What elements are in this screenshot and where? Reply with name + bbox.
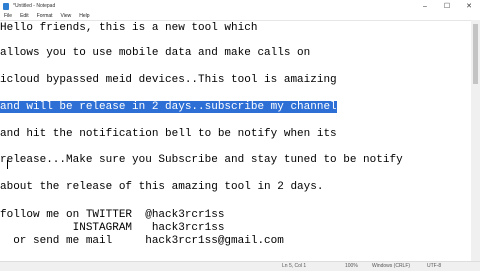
cursor-position: Ln 5, Col 1 [282, 263, 307, 269]
menu-format[interactable]: Format [33, 13, 57, 19]
menu-bar: File Edit Format View Help [0, 12, 480, 20]
encoding: UTF-8 [427, 263, 442, 269]
close-button[interactable]: ✕ [458, 0, 480, 12]
text-line-5: and hit the notification bell to be noti… [0, 128, 337, 140]
menu-file[interactable]: File [0, 13, 16, 19]
scrollbar-thumb[interactable] [473, 24, 478, 84]
menu-view[interactable]: View [57, 13, 76, 19]
notepad-icon [3, 2, 9, 10]
line-ending: Windows (CRLF) [372, 263, 411, 269]
text-line-6: release...Make sure you Subscribe and st… [0, 154, 403, 166]
text-line-7: about the release of this amazing tool i… [0, 181, 324, 193]
vertical-scrollbar[interactable] [471, 20, 480, 261]
menu-edit[interactable]: Edit [16, 13, 33, 19]
maximize-button[interactable]: ☐ [436, 0, 458, 12]
text-line-8: follow me on TWITTER @hack3rcr1ss [0, 209, 225, 221]
menu-help[interactable]: Help [75, 13, 93, 19]
title-bar: *Untitled - Notepad – ☐ ✕ [0, 0, 480, 12]
text-line-9: INSTAGRAM hack3rcr1ss [0, 222, 225, 234]
window-title: *Untitled - Notepad [13, 3, 56, 9]
text-line-3: icloud bypassed meid devices..This tool … [0, 74, 337, 86]
minimize-button[interactable]: – [414, 0, 436, 12]
selected-text-line: and will be release in 2 days..subscribe… [0, 101, 337, 113]
zoom-level: 100% [345, 263, 358, 269]
text-line-2: allows you to use mobile data and make c… [0, 47, 311, 59]
text-line-1: Hello friends, this is a new tool which [0, 22, 258, 34]
text-editor[interactable]: Hello friends, this is a new tool which … [0, 20, 471, 262]
window-controls: – ☐ ✕ [414, 0, 480, 12]
text-line-10: or send me mail hack3rcr1ss@gmail.com [0, 235, 284, 247]
